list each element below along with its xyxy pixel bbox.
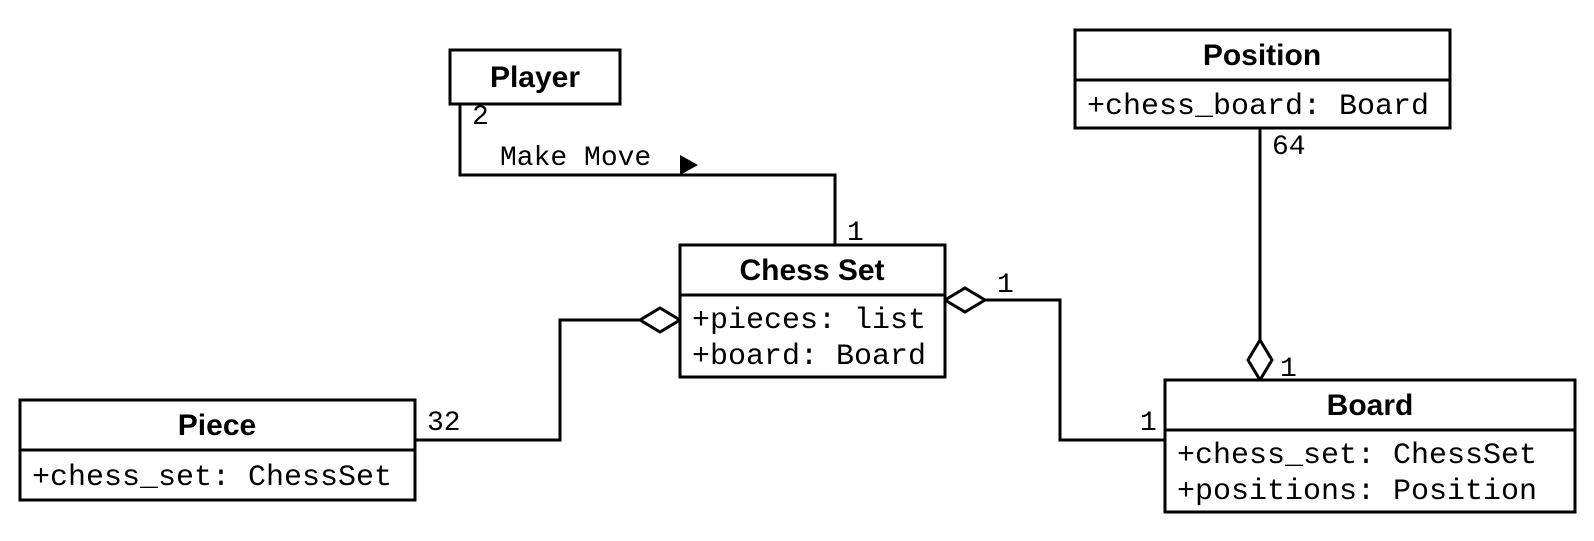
class-piece-name: Piece — [178, 409, 256, 442]
class-board: Board +chess_set: ChessSet +positions: P… — [1165, 380, 1575, 512]
class-player: Player — [450, 50, 620, 104]
aggregation-diamond-board-top — [1248, 340, 1272, 380]
class-position-attr-0: +chess_board: Board — [1087, 90, 1429, 124]
class-position: Position +chess_board: Board — [1075, 30, 1450, 128]
class-chessset: Chess Set +pieces: list +board: Board — [680, 245, 945, 377]
relation-player-chessset: 2 1 Make Move — [460, 102, 864, 249]
class-board-attr-0: +chess_set: ChessSet — [1177, 439, 1537, 473]
relation-chessset-board: 1 1 — [945, 270, 1165, 440]
assoc-direction-arrow — [680, 155, 698, 175]
aggregation-diamond-chessset-right — [945, 288, 985, 312]
mult-player: 2 — [472, 102, 489, 133]
aggregation-diamond-chessset-left — [640, 308, 680, 332]
class-chessset-name: Chess Set — [739, 254, 884, 287]
class-player-name: Player — [490, 61, 580, 94]
class-chessset-attr-1: +board: Board — [692, 340, 926, 374]
mult-position: 64 — [1272, 132, 1306, 163]
mult-piece: 32 — [427, 408, 461, 439]
class-position-name: Position — [1203, 39, 1321, 72]
class-board-name: Board — [1327, 389, 1414, 422]
class-piece-attr-0: +chess_set: ChessSet — [32, 461, 392, 495]
relation-position-board: 64 1 — [1248, 128, 1306, 385]
mult-board-left: 1 — [1140, 408, 1157, 439]
class-board-attr-1: +positions: Position — [1177, 475, 1537, 509]
class-chessset-attr-0: +pieces: list — [692, 304, 926, 338]
mult-chessset-right: 1 — [997, 270, 1014, 301]
class-piece: Piece +chess_set: ChessSet — [20, 400, 415, 500]
relation-piece-chessset: 32 — [415, 308, 680, 440]
assoc-label-make-move: Make Move — [500, 143, 651, 174]
